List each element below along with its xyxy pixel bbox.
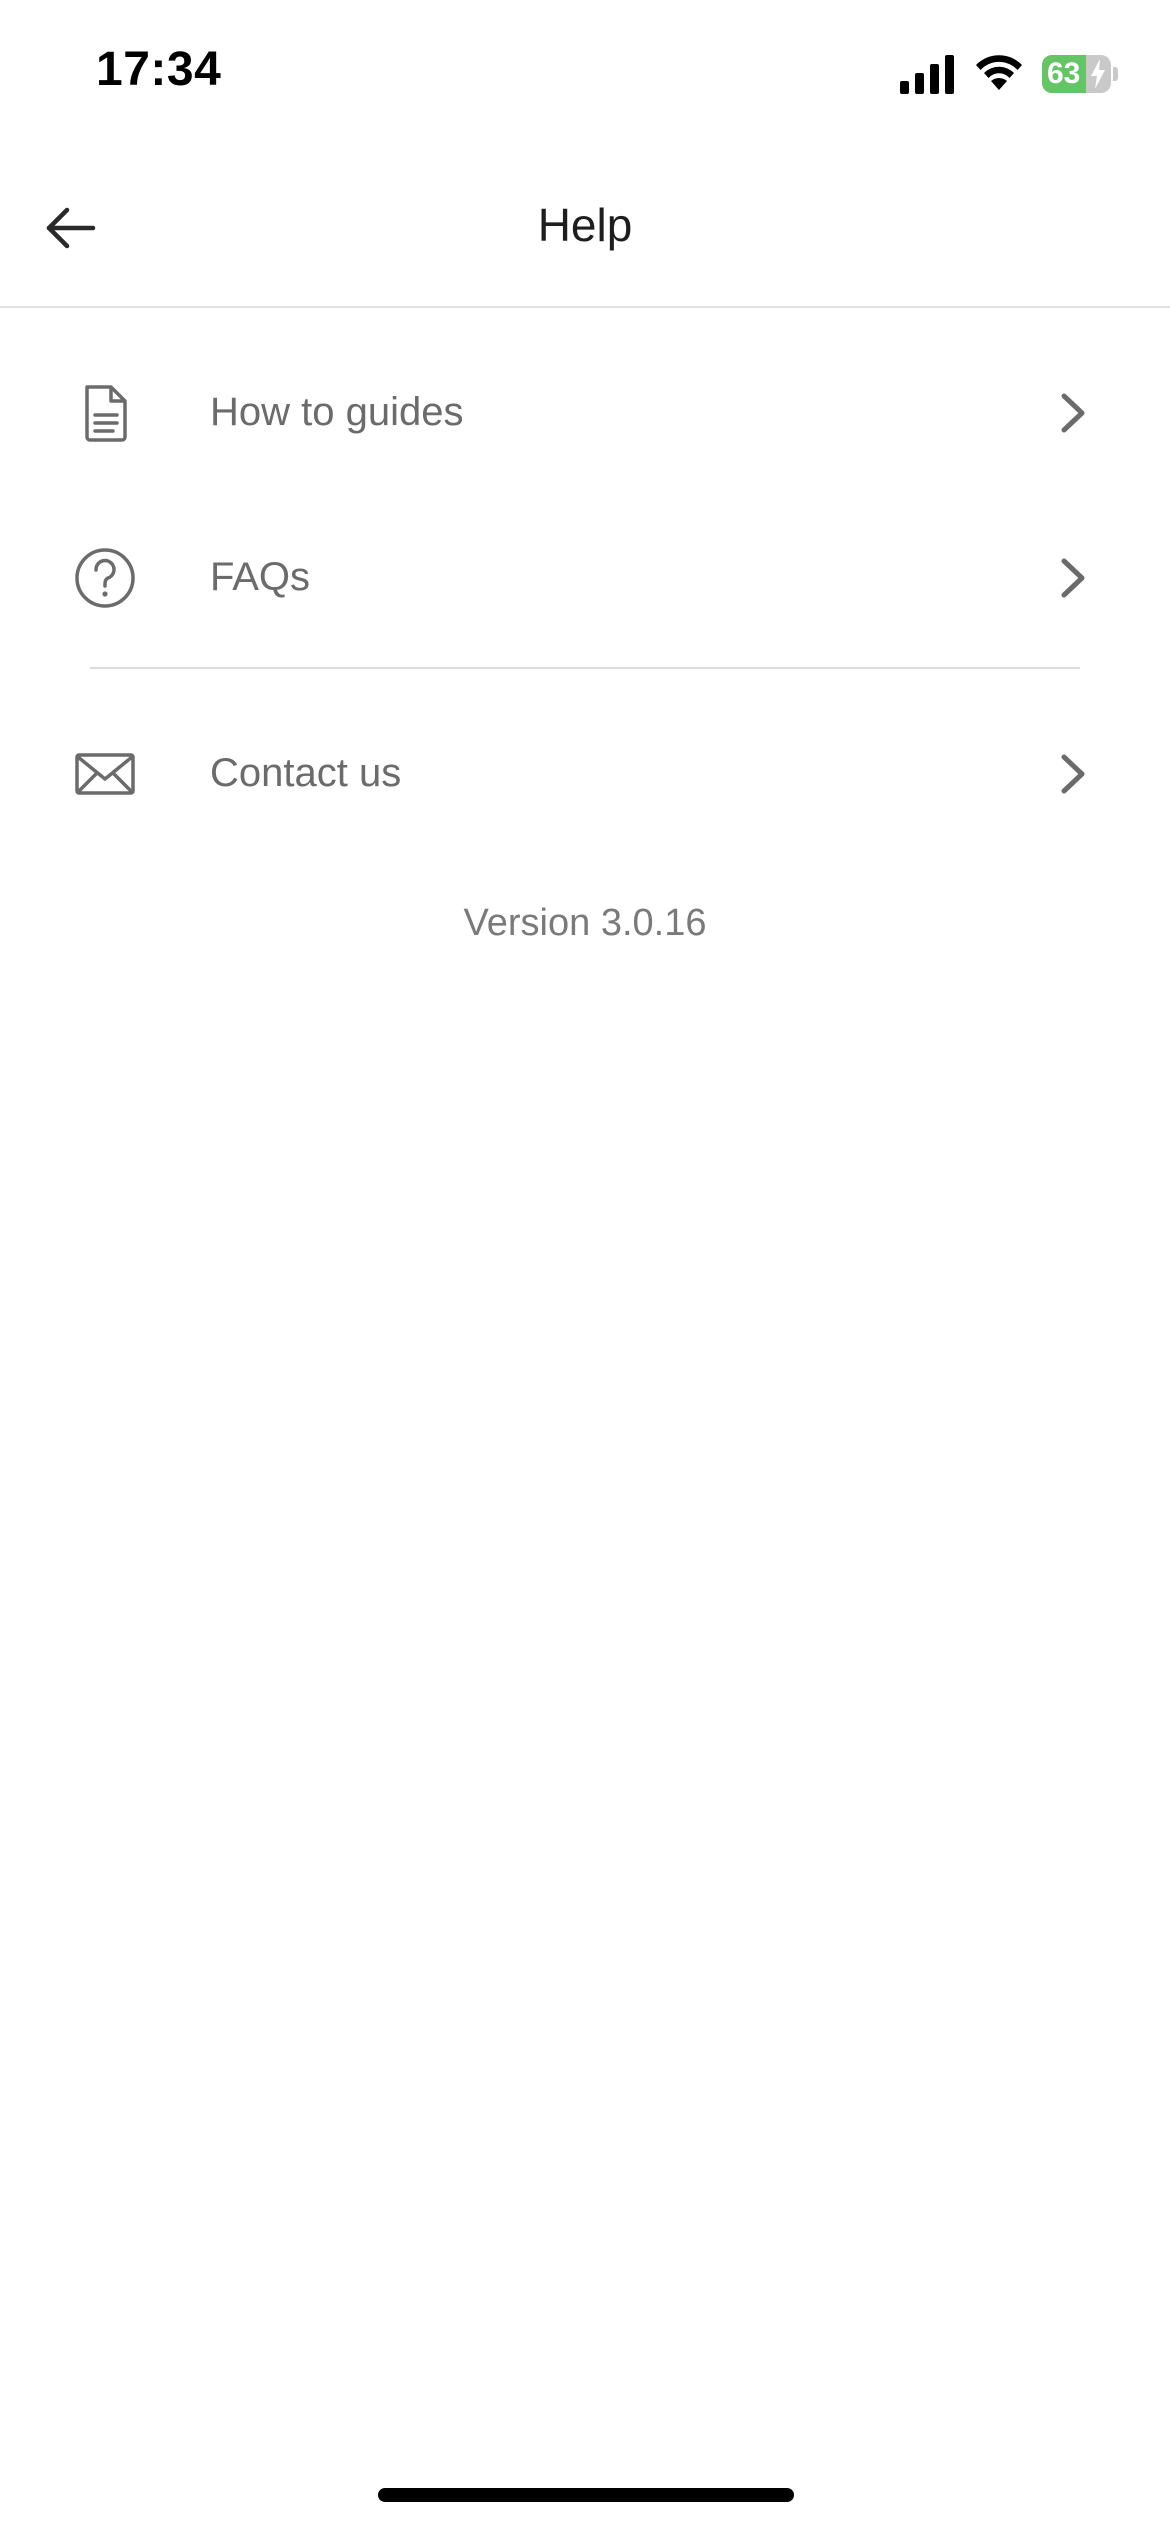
question-circle-icon <box>70 543 140 613</box>
chevron-right-icon <box>1052 751 1092 797</box>
menu-item-label: How to guides <box>210 390 464 434</box>
menu-item-how-to-guides[interactable]: How to guides <box>0 338 1170 488</box>
divider <box>90 667 1080 669</box>
navigation-header: Help <box>0 150 1170 308</box>
home-indicator <box>378 2488 794 2502</box>
wifi-icon <box>976 55 1022 90</box>
document-icon <box>70 378 140 448</box>
chevron-right-icon <box>1052 555 1092 601</box>
battery-body: 63 <box>1042 55 1112 93</box>
menu-item-contact-us[interactable]: Contact us <box>0 699 1170 849</box>
charging-bolt-icon <box>1091 59 1106 89</box>
page-title: Help <box>537 199 633 251</box>
status-time: 17:34 <box>96 43 222 96</box>
app-version: Version 3.0.16 <box>463 902 707 944</box>
menu-item-label: FAQs <box>210 555 311 599</box>
status-bar: 17:34 63 <box>0 0 1170 150</box>
signal-icon <box>900 55 954 94</box>
battery-icon: 63 <box>1042 54 1118 94</box>
menu-item-label: Contact us <box>210 751 402 795</box>
status-icons: 63 <box>900 52 1118 96</box>
menu-item-faqs[interactable]: FAQs <box>0 503 1170 653</box>
battery-nub <box>1113 67 1118 81</box>
chevron-right-icon <box>1052 390 1092 436</box>
battery-level: 63 <box>1047 57 1081 90</box>
envelope-icon <box>70 739 140 809</box>
